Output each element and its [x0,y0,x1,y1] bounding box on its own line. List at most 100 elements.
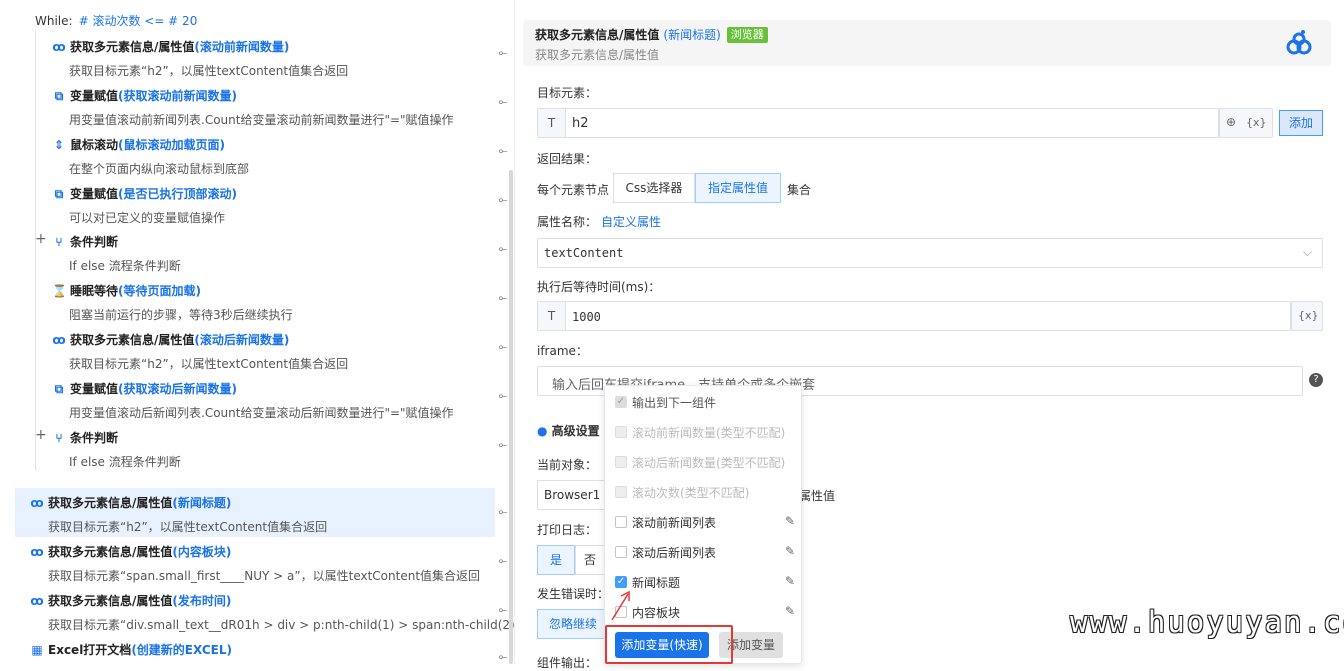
flow-step[interactable]: ꝏ 获取多元素信息/属性值 (滚动后新闻数量) 获取目标元素“h2”，以属性text… [0,325,514,374]
component-header: 获取多元素信息/属性值 (新闻标题) 浏览器 获取多元素信息/属性值 [523,20,1331,66]
help-icon[interactable]: ? [1309,373,1323,387]
option-label: 滚动前新闻数量(类型不匹配) [632,425,786,440]
advanced-settings-label: 高级设置 [551,424,600,438]
option-label: 滚动后新闻列表 [632,545,717,560]
flow-step[interactable]: + ⑂ 条件判断 If else 流程条件判断 [0,227,514,276]
flow-step[interactable]: ⧉ 变量赋值 (获取滚动前新闻数量) 用变量值滚动前新闻列表.Count给变量滚动前… [0,81,514,130]
attribute-value-button[interactable]: 指定属性值 [695,173,781,203]
edit-icon[interactable]: ✎ [785,544,795,558]
flow-step-selected[interactable]: ꝏ 获取多元素信息/属性值 (新闻标题) 获取目标元素“h2”，以属性textCon… [15,488,495,537]
connector-icon[interactable]: ⟜ [496,46,510,60]
expand-plus-icon[interactable]: + [35,427,47,443]
while-loop-header[interactable]: While: # 滚动次数 <= # 20 [35,12,197,29]
wait-input[interactable]: T 1000 [537,301,1291,331]
log-no-button[interactable]: 否 [575,545,605,575]
component-title: 获取多元素信息/属性值 [535,28,660,42]
connector-icon[interactable]: ⟜ [496,438,510,452]
connector-icon[interactable]: ⟜ [496,554,510,568]
add-target-button[interactable]: 添加 [1279,110,1323,136]
step-title: 鼠标滚动 [70,138,119,152]
current-object-label: 当前对象： [537,458,598,472]
advanced-settings-toggle[interactable]: ● 高级设置 [537,422,600,439]
edit-icon[interactable]: ✎ [785,604,795,618]
dropdown-option[interactable]: 滚动前新闻列表 ✎ [615,512,795,532]
checkbox[interactable] [615,516,627,528]
step-name: (滚动前新闻数量) [194,40,290,54]
attr-select[interactable]: textContent ⌵ [537,238,1323,268]
flow-step[interactable]: ⇕ 鼠标滚动 (鼠标滚动加载页面) 在整个页面内纵向滚动鼠标到底部 [0,130,514,179]
step-title-row: ꝏ 获取多元素信息/属性值 (内容板块) [30,543,231,560]
connector-icon[interactable]: ⟜ [496,193,510,207]
current-object-select[interactable]: Browser1 [537,480,607,510]
connector-icon[interactable]: ⟜ [496,144,510,158]
step-desc: 在整个页面内纵向滚动鼠标到底部 [69,162,250,176]
target-input[interactable]: T h2 [537,108,1219,138]
checkbox-checked[interactable]: ✓ [615,576,627,588]
step-desc: 获取目标元素“div.small_text__dR01h > div > p:n… [48,618,514,632]
dropdown-option[interactable]: ✓ 新闻标题 ✎ [615,572,795,592]
crosshair-icon[interactable]: ⊕ [1226,115,1236,129]
cluster-icon: ꝏ [30,495,44,510]
condition-icon: ⑂ [55,430,63,445]
flow-step[interactable]: ⌛ 睡眠等待 (等待页面加载) 阻塞当前运行的步骤，等待3秒后继续执行 [0,276,514,325]
flow-step[interactable]: ꝏ 获取多元素信息/属性值 (发布时间) 获取目标元素“div.small_text… [0,586,514,635]
step-title-row: ⑂ 条件判断 [52,233,118,250]
edit-icon[interactable]: ✎ [785,574,795,588]
step-name: (新闻标题) [172,496,232,510]
while-keyword: While: [35,14,73,28]
variable-picker-button[interactable]: {x} [1246,116,1267,129]
output-label: 组件输出： [537,656,598,670]
dropdown-option[interactable]: 内容板块 ✎ [615,602,795,622]
edit-icon[interactable]: ✎ [785,514,795,528]
each-node-label: 每个元素节点 [537,183,610,197]
flow-editor: While: # 滚动次数 <= # 20 ꝏ 获取多元素信息/属性值 (滚动前新闻数… [0,0,514,664]
step-name: (等待页面加载) [118,284,201,298]
hourglass-icon: ⌛ [52,283,67,298]
step-title-row: ⇕ 鼠标滚动 (鼠标滚动加载页面) [52,136,225,153]
connector-icon[interactable]: ⟜ [496,340,510,354]
step-title-row: ▦ Excel打开文档 (创建新的EXCEL) [30,641,232,658]
wait-value: 1000 [572,310,601,324]
flow-step[interactable]: ꝏ 获取多元素信息/属性值 (滚动前新闻数量) 获取目标元素“h2”，以属性text… [0,32,514,81]
checkbox [615,486,627,498]
dropdown-option[interactable]: 滚动后新闻数量(类型不匹配) [615,452,795,472]
custom-attr-link[interactable]: 自定义属性 [601,215,661,229]
connector-icon[interactable]: ⟜ [496,505,510,519]
mouse-scroll-icon: ⇕ [53,137,65,152]
step-title: Excel打开文档 [48,643,132,657]
connector-icon[interactable]: ⟜ [496,603,510,617]
css-selector-button[interactable]: Css选择器 [613,173,695,203]
connector-icon[interactable]: ⟜ [496,650,510,664]
connector-icon[interactable]: ⟜ [496,389,510,403]
connector-icon[interactable]: ⟜ [496,242,510,256]
dropdown-option[interactable]: 滚动次数(类型不匹配) [615,482,795,502]
scrollbar[interactable] [509,170,513,664]
excel-icon: ▦ [31,642,43,657]
dropdown-option[interactable]: 滚动后新闻列表 ✎ [615,542,795,562]
step-name: (发布时间) [172,594,232,608]
target-tools: ⊕ {x} [1219,108,1273,138]
step-title-row: ⧉ 变量赋值 (获取滚动前新闻数量) [52,87,237,104]
checkbox[interactable] [615,546,627,558]
component-title-row: 获取多元素信息/属性值 (新闻标题) 浏览器 [535,26,768,43]
log-yes-button[interactable]: 是 [537,545,575,575]
step-desc: 用变量值滚动后新闻列表.Count给变量滚动后新闻数量进行"="赋值操作 [69,406,454,420]
flow-step[interactable]: ▦ Excel打开文档 (创建新的EXCEL) [0,635,514,664]
dropdown-option[interactable]: 滚动前新闻数量(类型不匹配) [615,422,795,442]
expand-plus-icon[interactable]: + [35,231,47,247]
wait-var-picker[interactable]: {x} [1291,301,1323,331]
variable-icon: ⧉ [54,88,64,103]
flow-step[interactable]: ⧉ 变量赋值 (是否已执行顶部滚动) 可以对已定义的变量赋值操作 [0,179,514,228]
connector-icon[interactable]: ⟜ [496,291,510,305]
step-desc: 可以对已定义的变量赋值操作 [69,211,226,225]
step-title: 获取多元素信息/属性值 [48,496,173,510]
flow-step[interactable]: ꝏ 获取多元素信息/属性值 (内容板块) 获取目标元素“span.small_fir… [0,537,514,586]
step-title-row: ⑂ 条件判断 [52,429,118,446]
variable-icon: ⧉ [54,381,64,396]
dropdown-option[interactable]: ✓ 输出到下一组件 [615,392,795,412]
cluster-logo-icon [1286,30,1312,55]
connector-icon[interactable]: ⟜ [496,95,510,109]
flow-step[interactable]: + ⑂ 条件判断 If else 流程条件判断 [0,423,514,472]
flow-step[interactable]: ⧉ 变量赋值 (获取滚动后新闻数量) 用变量值滚动后新闻列表.Count给变量滚动后… [0,374,514,423]
ignore-continue-button[interactable]: 忽略继续 [537,609,609,639]
